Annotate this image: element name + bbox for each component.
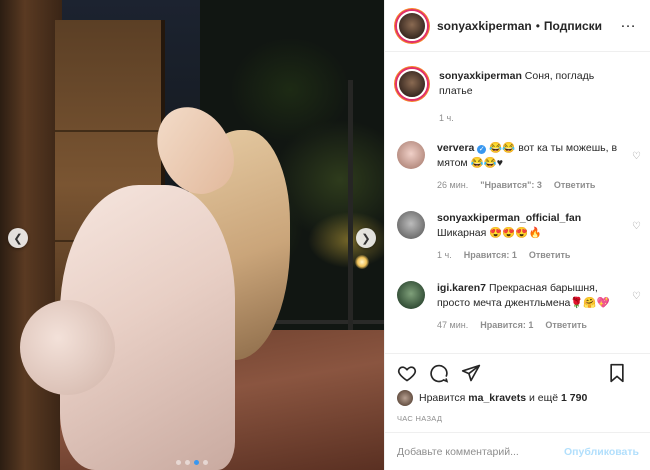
reply-button[interactable]: Ответить — [529, 248, 571, 263]
publish-button[interactable]: Опубликовать — [564, 446, 639, 458]
chevron-left-icon: ❮ — [13, 232, 23, 245]
heart-outline-icon[interactable]: ♡ — [632, 291, 641, 302]
reply-button[interactable]: Ответить — [545, 318, 587, 333]
post-sidebar: sonyaxkiperman • Подписки … sonyaxkiperm… — [384, 0, 650, 470]
carousel-dot — [185, 460, 190, 465]
comment-input[interactable] — [397, 445, 565, 458]
avatar[interactable] — [397, 281, 425, 309]
avatar[interactable] — [397, 390, 413, 406]
avatar[interactable] — [397, 10, 427, 41]
verified-badge-icon: ✓ — [477, 145, 487, 154]
comment-likes[interactable]: "Нравится": 3 — [480, 178, 542, 193]
comment-time[interactable]: 1 ч. — [437, 248, 452, 263]
comment-time[interactable]: 1 ч. — [439, 111, 454, 126]
comment-time[interactable]: 47 мин. — [437, 318, 468, 333]
photo-post — [348, 80, 353, 350]
likes-summary: Нравится ma_kravets и ещё 1 790 — [397, 390, 587, 406]
post-photo[interactable]: ❮ ❯ — [0, 0, 384, 470]
likes-prefix: Нравится — [419, 392, 466, 404]
comment-username[interactable]: sonyaxkiperman — [439, 70, 522, 82]
more-horizontal-icon[interactable]: … — [620, 14, 637, 32]
post-header: sonyaxkiperman • Подписки … — [385, 0, 650, 52]
carousel-dot — [176, 460, 181, 465]
carousel-next-button[interactable]: ❯ — [356, 228, 376, 248]
avatar[interactable] — [397, 141, 425, 169]
heart-outline-icon[interactable]: ♡ — [632, 221, 641, 232]
avatar[interactable] — [397, 69, 427, 99]
list-item: ververa ✓ 😂😂 вот ка ты можешь, в мятом 😂… — [397, 141, 641, 193]
comment-username[interactable]: ververa — [437, 142, 474, 154]
avatar[interactable] — [397, 211, 425, 239]
reply-button[interactable]: Ответить — [554, 178, 596, 193]
heart-icon[interactable] — [397, 363, 417, 383]
caption: sonyaxkiperman Соня, погладь платье 1 ч. — [397, 69, 641, 126]
likes-count[interactable]: 1 790 — [561, 392, 587, 404]
carousel-dot-active — [194, 460, 199, 465]
comment-text: Шикарная 😍😍😍🔥 — [437, 227, 542, 239]
author-username[interactable]: sonyaxkiperman — [437, 19, 532, 33]
post-timestamp[interactable]: ЧАС НАЗАД — [397, 414, 442, 423]
carousel-prev-button[interactable]: ❮ — [8, 228, 28, 248]
following-button[interactable]: Подписки — [544, 19, 602, 33]
photo-arm — [20, 300, 115, 395]
comment-likes[interactable]: Нравится: 1 — [464, 248, 517, 263]
comment-likes[interactable]: Нравится: 1 — [480, 318, 533, 333]
share-icon[interactable] — [461, 363, 481, 383]
carousel-indicator — [176, 460, 208, 465]
heart-outline-icon[interactable]: ♡ — [632, 151, 641, 162]
comment-username[interactable]: igi.karen7 — [437, 282, 486, 294]
list-item: igi.karen7 Прекрасная барышня, просто ме… — [397, 281, 641, 333]
comment-time[interactable]: 26 мин. — [437, 178, 468, 193]
chevron-right-icon: ❯ — [361, 232, 371, 245]
likes-suffix: и ещё — [528, 392, 559, 404]
comment-icon[interactable] — [429, 363, 449, 383]
list-item: sonyaxkiperman_official_fan Шикарная 😍😍😍… — [397, 211, 641, 263]
carousel-dot — [203, 460, 208, 465]
photo-lamp — [355, 255, 369, 269]
liker-username[interactable]: ma_kravets — [468, 392, 526, 404]
action-bar — [385, 353, 650, 391]
header-separator: • — [535, 18, 540, 33]
comments-list[interactable]: sonyaxkiperman Соня, погладь платье 1 ч.… — [385, 53, 650, 353]
bookmark-icon[interactable] — [607, 363, 627, 383]
add-comment-bar: Опубликовать — [385, 432, 650, 470]
comment-username[interactable]: sonyaxkiperman_official_fan — [437, 212, 581, 224]
